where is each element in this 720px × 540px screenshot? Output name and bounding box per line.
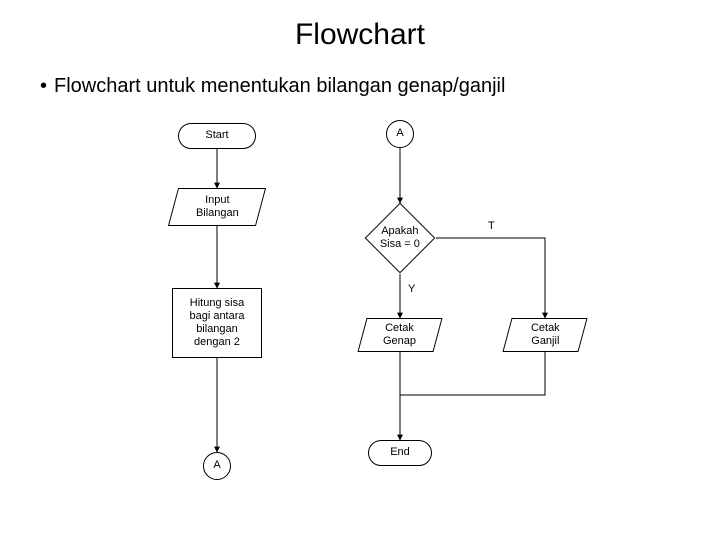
input-label: Input Bilangan: [196, 194, 239, 220]
branch-yes-label: Y: [408, 283, 415, 295]
cetak-genap-label: Cetak Genap: [383, 322, 416, 348]
cetak-genap-parallelogram: Cetak Genap: [357, 318, 442, 352]
start-terminator: Start: [178, 123, 256, 149]
cetak-ganjil-label: Cetak Ganjil: [531, 322, 560, 348]
bullet-label: Flowchart untuk menentukan bilangan gena…: [54, 75, 505, 97]
end-terminator: End: [368, 440, 432, 466]
page-title: Flowchart: [0, 18, 720, 52]
process-box: Hitung sisa bagi antara bilangan dengan …: [172, 288, 262, 358]
end-label: End: [390, 446, 410, 459]
connector-a-top-label: A: [396, 127, 403, 140]
connector-a-bottom: A: [203, 452, 231, 480]
decision-diamond: Apakah Sisa = 0: [365, 203, 436, 274]
input-parallelogram: Input Bilangan: [168, 188, 266, 226]
cetak-ganjil-parallelogram: Cetak Ganjil: [502, 318, 587, 352]
process-label: Hitung sisa bagi antara bilangan dengan …: [189, 297, 244, 350]
bullet-text: •Flowchart untuk menentukan bilangan gen…: [40, 75, 505, 98]
connector-a-top: A: [386, 120, 414, 148]
connector-a-bottom-label: A: [213, 459, 220, 472]
branch-true-label: T: [488, 220, 495, 232]
start-label: Start: [205, 129, 228, 142]
decision-label: Apakah Sisa = 0: [376, 225, 424, 251]
